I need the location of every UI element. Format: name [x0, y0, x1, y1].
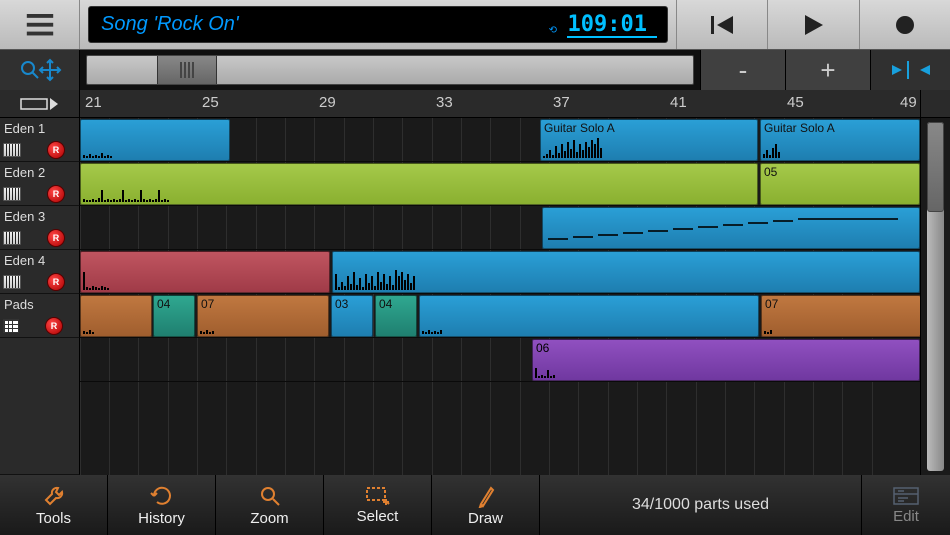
edit-button[interactable]: Edit	[862, 475, 950, 535]
ruler-tick: 41	[670, 94, 687, 111]
clip[interactable]	[542, 207, 920, 249]
pads-icon	[3, 319, 19, 333]
status-text: 34/1000 parts used	[540, 475, 862, 535]
clip[interactable]	[80, 163, 758, 205]
position-underline	[567, 36, 657, 38]
ruler-tick: 25	[202, 94, 219, 111]
overview-thumb[interactable]	[157, 56, 217, 84]
keyboard-icon	[3, 231, 21, 245]
ruler-tick: 33	[436, 94, 453, 111]
clip[interactable]	[419, 295, 759, 337]
record-arm-badge[interactable]: R	[47, 273, 65, 291]
track-header[interactable]: Eden 1 R	[0, 118, 80, 162]
clip[interactable]: 07	[761, 295, 920, 337]
history-button[interactable]: History	[108, 475, 216, 535]
clip[interactable]: 06	[532, 339, 920, 381]
keyboard-icon	[3, 187, 21, 201]
song-title: Song 'Rock On'	[101, 13, 239, 36]
timeline-ruler[interactable]: 21 25 29 33 37 41 45 49	[80, 90, 920, 118]
song-position: 109:01	[568, 12, 655, 37]
song-overview[interactable]	[86, 55, 694, 85]
select-button[interactable]: Select	[324, 475, 432, 535]
record-arm-badge[interactable]: R	[47, 141, 65, 159]
track-headers: Eden 1 R Eden 2 R Eden 3 R Eden 4 R Pads…	[0, 118, 80, 475]
play-button[interactable]	[767, 0, 858, 49]
zoom-button[interactable]: Zoom	[216, 475, 324, 535]
zoom-pan-tool[interactable]	[0, 50, 80, 90]
clip[interactable]	[80, 295, 152, 337]
clip[interactable]	[80, 119, 230, 161]
zoom-in-button[interactable]: +	[785, 50, 870, 90]
rewind-button[interactable]	[676, 0, 767, 49]
ruler-scroll-gap	[920, 90, 950, 118]
keyboard-icon	[3, 143, 21, 157]
loop-icon: ⟲	[549, 25, 557, 36]
ruler-tick: 21	[85, 94, 102, 111]
vertical-scrollbar[interactable]	[920, 118, 950, 475]
clip[interactable]: 05	[760, 163, 920, 205]
ruler-tick: 45	[787, 94, 804, 111]
record-button[interactable]	[859, 0, 950, 49]
zoom-out-button[interactable]: -	[700, 50, 785, 90]
draw-button[interactable]: Draw	[432, 475, 540, 535]
clip[interactable]: 04	[375, 295, 417, 337]
track-header-empty	[0, 338, 80, 475]
scrollbar-thumb[interactable]	[927, 122, 944, 212]
clip[interactable]: Guitar Solo A	[540, 119, 758, 161]
ruler-tick: 29	[319, 94, 336, 111]
record-arm-badge[interactable]: R	[47, 229, 65, 247]
ruler-tick: 49	[900, 94, 917, 111]
record-arm-badge[interactable]: R	[45, 317, 63, 335]
clip[interactable]	[332, 251, 920, 293]
song-display[interactable]: Song 'Rock On' ⟲ 109:01	[88, 6, 668, 43]
ruler-corner[interactable]	[0, 90, 80, 118]
tools-button[interactable]: Tools	[0, 475, 108, 535]
menu-button[interactable]	[0, 0, 80, 49]
track-header[interactable]: Pads R	[0, 294, 80, 338]
clip[interactable]: 07	[197, 295, 329, 337]
clip[interactable]: 03	[331, 295, 373, 337]
split-view-button[interactable]	[870, 50, 950, 90]
track-header[interactable]: Eden 4 R	[0, 250, 80, 294]
keyboard-icon	[3, 275, 21, 289]
clip[interactable]: 04	[153, 295, 195, 337]
track-header[interactable]: Eden 2 R	[0, 162, 80, 206]
track-header[interactable]: Eden 3 R	[0, 206, 80, 250]
clip[interactable]	[80, 251, 330, 293]
record-arm-badge[interactable]: R	[47, 185, 65, 203]
clips-area[interactable]: Guitar Solo A Guitar Solo A 05	[80, 118, 920, 475]
clip[interactable]: Guitar Solo A	[760, 119, 920, 161]
ruler-tick: 37	[553, 94, 570, 111]
